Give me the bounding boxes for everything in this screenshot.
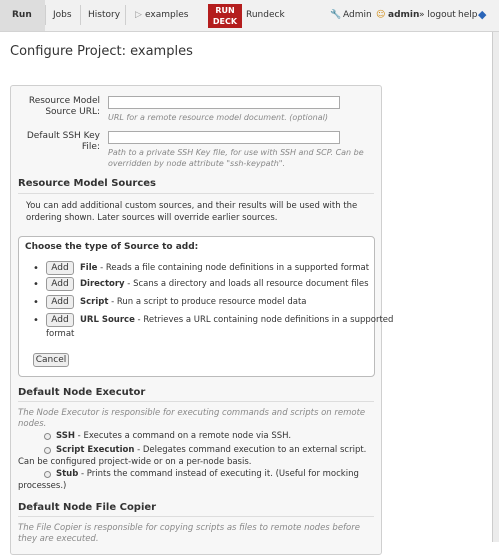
bullet: •: [33, 263, 39, 274]
executor-description: The Node Executor is responsible for exe…: [18, 408, 366, 429]
bullet: •: [33, 279, 39, 290]
bullet: •: [33, 297, 39, 308]
rundeck-logo[interactable]: RUN DECK: [208, 4, 242, 28]
source-item-url-wrap: format: [46, 329, 75, 339]
copier-heading: Default Node File Copier: [18, 502, 157, 513]
project-link[interactable]: examples: [145, 10, 188, 20]
user-link[interactable]: admin: [388, 10, 419, 20]
tab-history[interactable]: History: [88, 10, 120, 20]
chevron-right-icon: ▷: [135, 10, 142, 20]
top-nav-bar: Run Jobs History ▷ examples RUN DECK Run…: [0, 0, 499, 32]
source-item-directory: Directory - Scans a directory and loads …: [80, 279, 369, 289]
source-item-file: File - Reads a file containing node defi…: [80, 263, 370, 273]
sources-description: You can add additional custom sources, a…: [26, 201, 358, 223]
resource-url-label: Resource Model Source URL:: [28, 96, 100, 117]
add-url-source-button[interactable]: Add: [46, 313, 74, 327]
add-script-button[interactable]: Add: [46, 295, 74, 309]
user-icon: ☺: [376, 10, 386, 20]
tab-jobs[interactable]: Jobs: [53, 10, 72, 20]
source-item-url: URL Source - Retrieves a URL containing …: [80, 315, 394, 325]
executor-stub-wrap: processes.): [18, 481, 67, 491]
sources-heading: Resource Model Sources: [18, 178, 157, 189]
admin-link[interactable]: Admin: [343, 10, 372, 20]
executor-ssh-option[interactable]: SSH - Executes a command on a remote nod…: [56, 431, 291, 442]
nav-divider: [80, 5, 81, 25]
help-icon[interactable]: ◆: [478, 8, 486, 21]
choose-heading: Choose the type of Source to add:: [25, 242, 199, 252]
resource-url-hint: URL for a remote resource model document…: [108, 113, 328, 122]
executor-script-radio[interactable]: [44, 447, 51, 454]
executor-ssh-radio[interactable]: [44, 433, 51, 440]
bullet: •: [33, 315, 39, 326]
executor-script-wrap: Can be configured project-wide or on a p…: [18, 457, 252, 467]
add-file-button[interactable]: Add: [46, 261, 74, 275]
executor-stub-radio[interactable]: [44, 471, 51, 478]
tab-run-label[interactable]: Run: [12, 10, 32, 20]
executor-stub-option[interactable]: Stub - Prints the command instead of exe…: [56, 469, 359, 480]
right-scroll-area[interactable]: [492, 32, 499, 542]
resource-url-input[interactable]: [108, 96, 340, 109]
ssh-key-input[interactable]: [108, 131, 340, 144]
section-divider: [18, 401, 374, 402]
logout-link[interactable]: » logout: [419, 10, 456, 20]
cancel-button[interactable]: Cancel: [33, 353, 69, 367]
executor-heading: Default Node Executor: [18, 387, 146, 398]
ssh-key-label: Default SSH Key File:: [26, 131, 100, 152]
source-item-script: Script - Run a script to produce resourc…: [80, 297, 307, 307]
section-divider: [18, 193, 374, 194]
add-directory-button[interactable]: Add: [46, 277, 74, 291]
help-link[interactable]: help: [458, 10, 477, 20]
nav-divider: [45, 5, 46, 25]
app-name[interactable]: Rundeck: [246, 10, 285, 20]
nav-divider: [125, 5, 126, 25]
executor-script-option[interactable]: Script Execution - Delegates command exe…: [56, 445, 366, 456]
ssh-key-hint: Path to a private SSH Key file, for use …: [108, 148, 364, 168]
section-divider: [18, 516, 374, 517]
page-title: Configure Project: examples: [10, 44, 193, 59]
wrench-icon: 🔧: [330, 10, 342, 20]
